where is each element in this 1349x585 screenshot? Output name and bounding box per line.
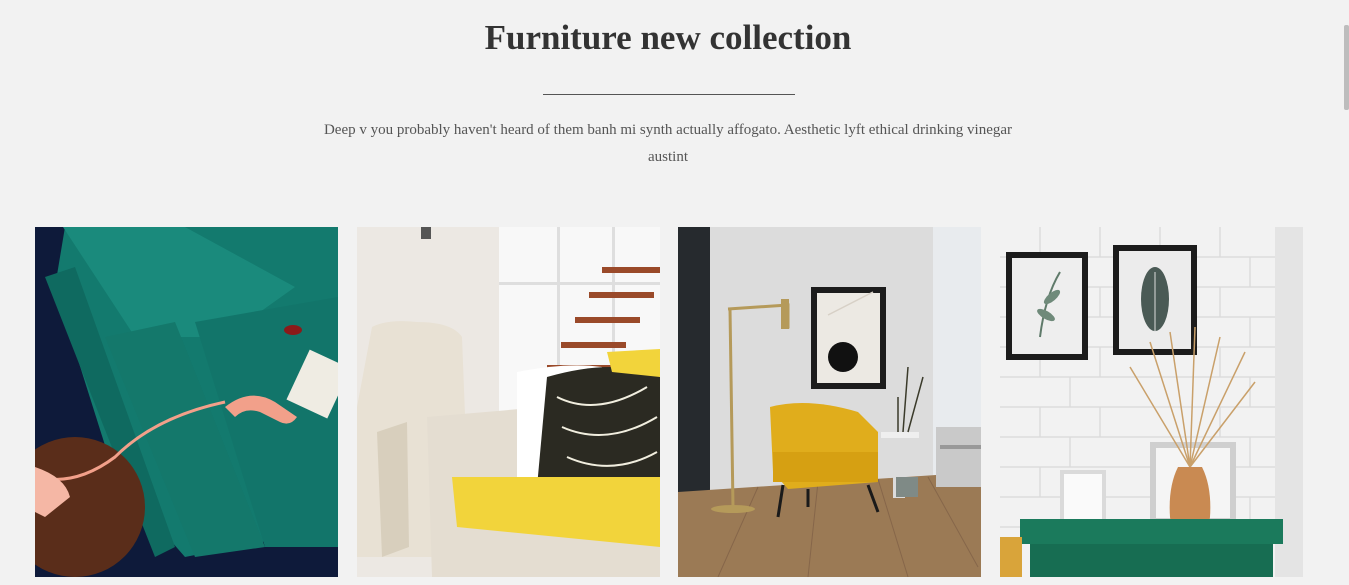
page-scrollbar-thumb[interactable] [1344,25,1349,110]
title-divider [543,94,795,95]
gallery-image-teal-sofa[interactable] [35,227,338,577]
gallery-image-cream-sofa[interactable] [357,227,660,577]
section-title: Furniture new collection [484,18,852,57]
section-description: Deep v you probably haven't heard of the… [323,122,1013,165]
gallery-image-yellow-armchair[interactable] [678,227,981,577]
gallery-image-brick-wall-vase[interactable] [1000,227,1303,577]
